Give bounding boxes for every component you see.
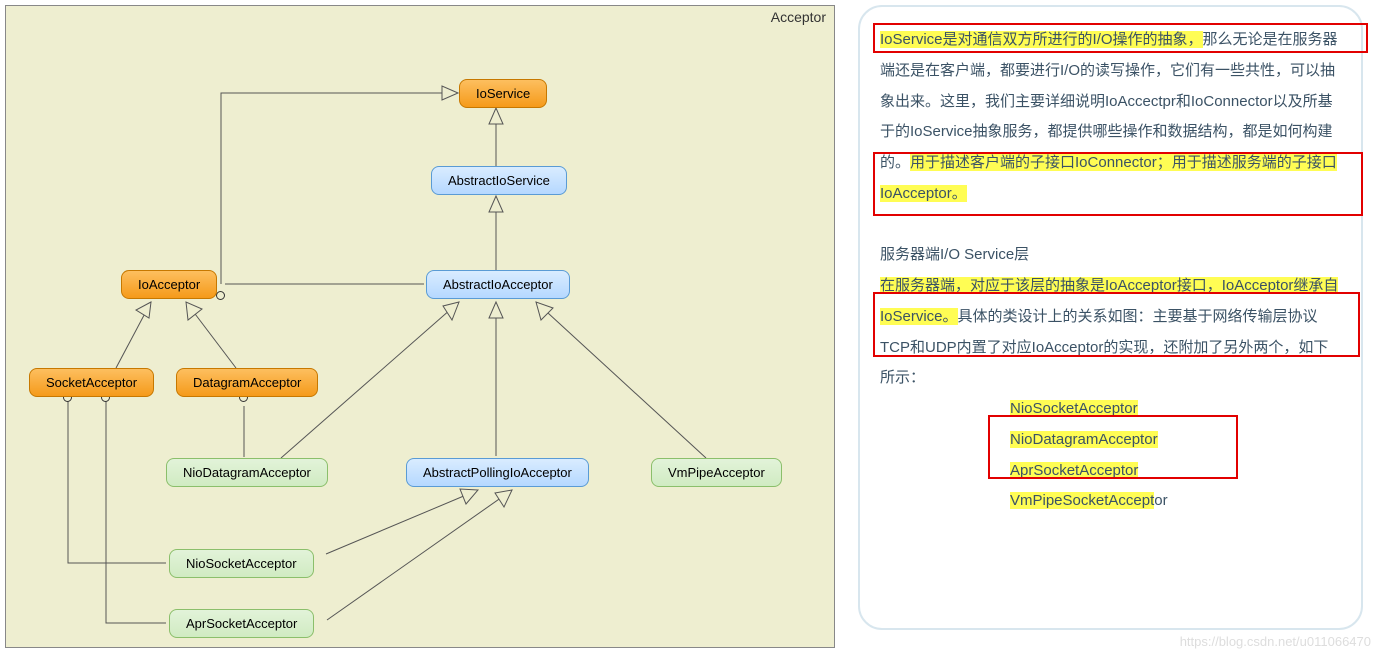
node-ioservice: IoService <box>459 79 547 108</box>
node-abstract-ioservice: AbstractIoService <box>431 166 567 195</box>
node-ioacceptor: IoAcceptor <box>121 270 217 299</box>
watermark: https://blog.csdn.net/u011066470 <box>1180 634 1371 649</box>
impl-item-nio-socket: NioSocketAcceptor <box>1010 400 1138 417</box>
node-vmpipe-acceptor: VmPipeAcceptor <box>651 458 782 487</box>
implementation-list: NioSocketAcceptor NioDatagramAcceptor Ap… <box>1010 394 1341 517</box>
node-datagram-acceptor: DatagramAcceptor <box>176 368 318 397</box>
impl-item-apr-socket: AprSocketAcceptor <box>1010 462 1138 479</box>
explanation-panel: IoService是对通信双方所进行的I/O操作的抽象，那么无论是在服务器端还是… <box>858 5 1363 630</box>
impl-item-vmpipe-tail: or <box>1154 492 1167 509</box>
node-abstract-ioacceptor: AbstractIoAcceptor <box>426 270 570 299</box>
impl-item-nio-datagram: NioDatagramAcceptor <box>1010 431 1158 448</box>
highlight-ioservice-def: IoService是对通信双方所进行的I/O操作的抽象， <box>880 31 1203 48</box>
uml-diagram: Acceptor <box>5 5 835 648</box>
node-apr-socket-acceptor: AprSocketAcceptor <box>169 609 314 638</box>
node-nio-socket-acceptor: NioSocketAcceptor <box>169 549 314 578</box>
paragraph-1-body: 那么无论是在服务器端还是在客户端，都要进行I/O的读写操作，它们有一些共性，可以… <box>880 31 1338 171</box>
paragraph-2: 在服务器端，对应于该层的抽象是IoAcceptor接口，IoAcceptor继承… <box>880 271 1341 394</box>
node-socket-acceptor: SocketAcceptor <box>29 368 154 397</box>
node-nio-datagram-acceptor: NioDatagramAcceptor <box>166 458 328 487</box>
highlight-connector-acceptor: 用于描述客户端的子接口IoConnector；用于描述服务端的子接口IoAcce… <box>880 154 1337 202</box>
paragraph-1: IoService是对通信双方所进行的I/O操作的抽象，那么无论是在服务器端还是… <box>880 25 1341 210</box>
diagram-edges <box>6 6 836 649</box>
node-abstract-polling-ioacceptor: AbstractPollingIoAcceptor <box>406 458 589 487</box>
section-title-server-io: 服务器端I/O Service层 <box>880 240 1341 271</box>
impl-item-vmpipe-socket: VmPipeSocketAccept <box>1010 492 1154 509</box>
diagram-title: Acceptor <box>771 9 826 25</box>
